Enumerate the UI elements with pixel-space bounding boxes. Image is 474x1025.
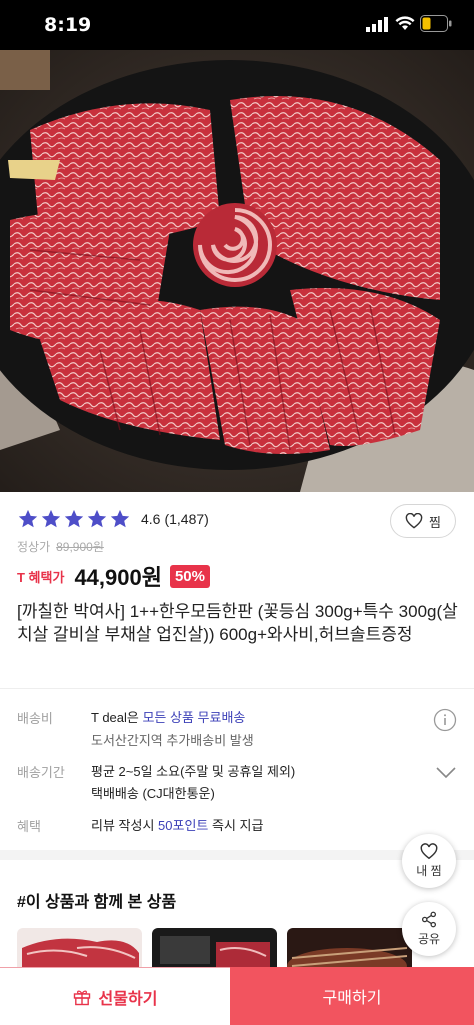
- sale-price: 44,900원: [74, 565, 162, 590]
- gift-label: 선물하기: [98, 990, 158, 1008]
- wifi-icon: [395, 16, 415, 30]
- gift-icon: [73, 989, 90, 1005]
- signal-icon: [366, 17, 388, 32]
- heart-icon: [420, 843, 438, 860]
- free-shipping-text: 모든 상품 무료배송: [142, 710, 246, 725]
- delivery-carrier: 택배배송 (CJ대한통운): [91, 786, 215, 801]
- benefit-row: 혜택 리뷰 작성시 50포인트 즉시 지급: [17, 816, 457, 838]
- benefit-suffix: 즉시 지급: [208, 818, 264, 833]
- status-time: 8:19: [44, 14, 92, 36]
- rating-row: 4.6 (1,487): [17, 508, 209, 530]
- benefit-label: 혜택: [17, 819, 41, 834]
- my-wish-fab[interactable]: 내 찜: [402, 834, 456, 888]
- delivery-period-row[interactable]: 배송기간 평균 2~5일 소요(주말 및 공휴일 제외) 택배배송 (CJ대한통…: [17, 762, 457, 802]
- buy-label: 구매하기: [322, 990, 382, 1007]
- product-title: [까칠한 박여사] 1++한우모듬한판 (꽃등심 300g+특수 300g(살치…: [17, 602, 458, 644]
- delivery-period-label: 배송기간: [17, 765, 65, 780]
- rating-score[interactable]: 4.6: [141, 511, 160, 527]
- price-row: T 혜택가 44,900원 50%: [17, 562, 210, 590]
- shipping-fee-value: T deal은 모든 상품 무료배송: [91, 708, 245, 728]
- my-wish-label: 내 찜: [416, 864, 442, 878]
- shipping-fee-prefix: T deal은: [91, 710, 143, 725]
- share-icon: [421, 911, 437, 928]
- original-price-row: 정상가 89,900원: [17, 538, 104, 555]
- star-icon: [18, 509, 38, 528]
- discount-badge: 50%: [169, 564, 210, 588]
- wish-label: 찜: [429, 514, 441, 530]
- wish-button[interactable]: 찜: [390, 504, 456, 538]
- buy-button[interactable]: 구매하기: [230, 967, 474, 1025]
- share-label: 공유: [417, 932, 441, 946]
- heart-icon: [405, 513, 423, 529]
- shipping-fee-label: 배송비: [17, 711, 53, 726]
- star-icon: [41, 509, 61, 528]
- battery-icon: [420, 15, 452, 32]
- share-fab[interactable]: 공유: [402, 902, 456, 956]
- product-image[interactable]: [0, 50, 474, 492]
- star-icon: [110, 509, 130, 528]
- original-price: 89,900원: [56, 540, 104, 554]
- benefit-value: 리뷰 작성시 50포인트 즉시 지급: [91, 816, 263, 836]
- delivery-period-value: 평균 2~5일 소요(주말 및 공휴일 제외): [91, 764, 296, 779]
- star-icon: [87, 509, 107, 528]
- benefit-prefix: 리뷰 작성시: [91, 818, 159, 833]
- related-products-title: #이 상품과 함께 본 상품: [17, 894, 177, 911]
- product-photo: [0, 50, 474, 492]
- gift-button[interactable]: 선물하기: [0, 967, 230, 1025]
- star-rating: [17, 508, 131, 530]
- bottom-action-bar: 선물하기 구매하기: [0, 967, 474, 1025]
- benefit-points: 50포인트: [158, 818, 209, 833]
- chevron-down-icon[interactable]: [435, 766, 457, 780]
- divider: [0, 688, 474, 689]
- status-bar: 8:19: [0, 0, 474, 50]
- info-icon[interactable]: [433, 708, 457, 732]
- review-count[interactable]: (1,487): [164, 511, 208, 527]
- original-price-label: 정상가: [17, 540, 51, 554]
- shipping-fee-row: 배송비 T deal은 모든 상품 무료배송 도서산간지역 추가배송비 발생: [17, 708, 457, 748]
- shipping-fee-note: 도서산간지역 추가배송비 발생: [91, 733, 254, 748]
- star-icon: [64, 509, 84, 528]
- t-benefit-label: T 혜택가: [17, 569, 65, 585]
